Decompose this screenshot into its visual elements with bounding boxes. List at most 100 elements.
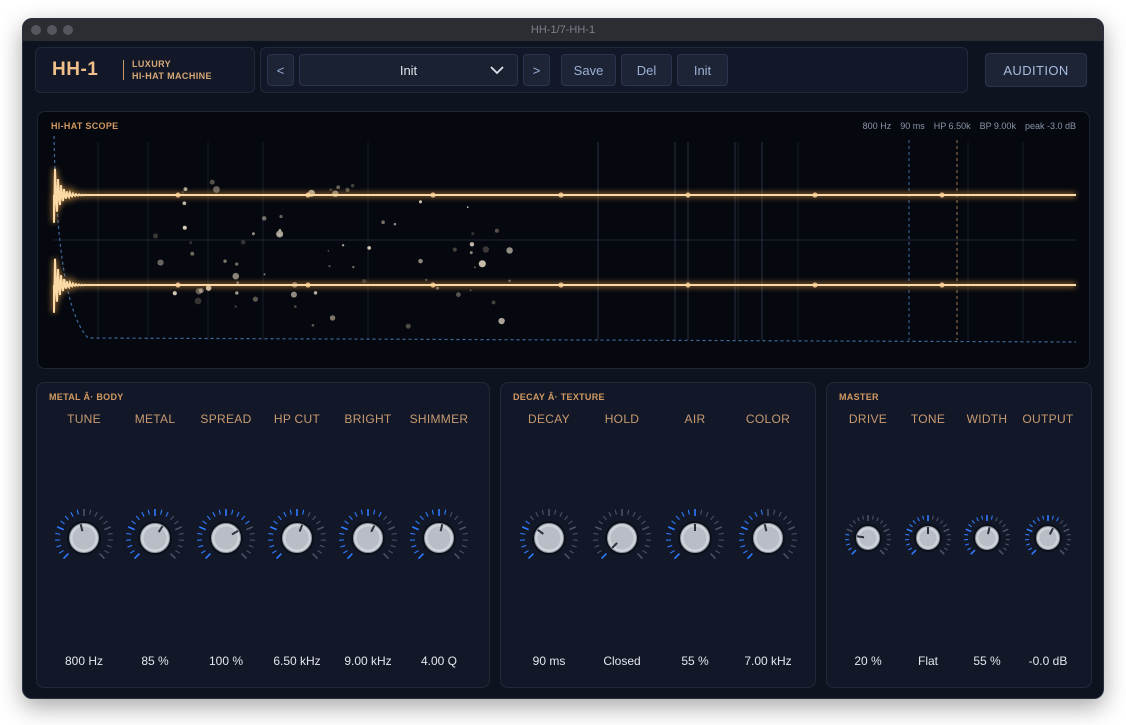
tune-knob[interactable] bbox=[49, 506, 119, 570]
prev-preset-button[interactable]: < bbox=[267, 54, 294, 86]
panel-master: MASTER DRIVE 20 % TONE Flat WIDTH 55 % O… bbox=[826, 382, 1092, 688]
save-button[interactable]: Save bbox=[561, 54, 616, 86]
knob-label: HP CUT bbox=[273, 412, 321, 426]
zoom-window-button[interactable] bbox=[63, 25, 73, 35]
knob-pointer bbox=[856, 535, 865, 539]
output-knob[interactable] bbox=[1013, 506, 1083, 570]
minimize-window-button[interactable] bbox=[47, 25, 57, 35]
knob-tick bbox=[714, 520, 719, 525]
knob-tick bbox=[283, 511, 287, 517]
knob-tick bbox=[89, 509, 92, 515]
knob-tick bbox=[444, 509, 447, 515]
audition-button[interactable]: AUDITION bbox=[985, 53, 1087, 87]
knob-tick bbox=[718, 532, 724, 535]
knob-tick bbox=[710, 515, 715, 521]
knob-cap bbox=[427, 526, 451, 550]
particle bbox=[456, 292, 461, 298]
particle bbox=[469, 289, 472, 292]
knob-tick bbox=[600, 552, 608, 560]
particle bbox=[345, 187, 350, 192]
knob-tick bbox=[906, 528, 913, 533]
next-preset-label: > bbox=[532, 62, 541, 78]
shimmer-knob[interactable] bbox=[404, 506, 474, 570]
decay-knob[interactable] bbox=[514, 506, 584, 570]
knob-cap bbox=[72, 526, 96, 550]
logo: HH-1 LUXURY HI-HAT MACHINE bbox=[35, 47, 255, 93]
window-title: HH-1/7-HH-1 bbox=[530, 24, 596, 36]
knob-tick bbox=[165, 511, 169, 517]
color-knob[interactable] bbox=[733, 506, 803, 570]
particle bbox=[328, 264, 331, 268]
preset-selector[interactable]: Init bbox=[299, 54, 518, 86]
knob-col-air: AIR 55 % bbox=[660, 383, 730, 689]
knob-tick bbox=[302, 509, 305, 515]
knob-tick bbox=[879, 520, 884, 524]
particle bbox=[190, 251, 195, 256]
knob-tick bbox=[905, 533, 910, 536]
next-preset-button[interactable]: > bbox=[523, 54, 550, 86]
knob-tick bbox=[637, 515, 642, 521]
metal-knob[interactable] bbox=[120, 506, 190, 570]
knob-tick bbox=[791, 532, 797, 535]
knob-tick bbox=[521, 544, 527, 548]
top-bar: HH-1 LUXURY HI-HAT MACHINE < Init > Save… bbox=[35, 47, 1090, 93]
particle bbox=[329, 315, 336, 321]
stat-bandpass: BP 9.00k bbox=[979, 121, 1016, 131]
width-knob[interactable] bbox=[952, 506, 1022, 570]
knob-tick bbox=[911, 549, 917, 555]
knob-tick bbox=[388, 526, 396, 531]
knob-tick bbox=[277, 515, 282, 521]
knob-tick bbox=[715, 550, 721, 554]
knob-col-tune: TUNE 800 Hz bbox=[49, 383, 119, 689]
hi-hat-scope: HI-HAT SCOPE 800 Hz 90 ms HP 6.50k BP 9.… bbox=[37, 111, 1090, 369]
air-knob[interactable] bbox=[660, 506, 730, 570]
knob-label: AIR bbox=[684, 412, 706, 426]
knob-tick bbox=[360, 509, 363, 515]
particle bbox=[294, 305, 297, 308]
knob-tick bbox=[312, 515, 317, 521]
knob-tick bbox=[845, 533, 850, 536]
preset-name: Init bbox=[399, 62, 418, 78]
delete-button[interactable]: Del bbox=[621, 54, 672, 86]
knob-tick bbox=[740, 544, 746, 548]
knob-tick bbox=[788, 550, 794, 554]
logo-line-2: HI-HAT MACHINE bbox=[132, 71, 212, 81]
bright-knob[interactable] bbox=[333, 506, 403, 570]
spread-knob[interactable] bbox=[191, 506, 261, 570]
knob-tick bbox=[614, 509, 617, 515]
close-window-button[interactable] bbox=[31, 25, 41, 35]
knob-tick bbox=[632, 511, 636, 517]
knob-tick bbox=[391, 532, 397, 535]
scope-display bbox=[51, 135, 1077, 343]
knob-tick bbox=[946, 533, 951, 536]
knob-tick bbox=[717, 544, 723, 548]
particle bbox=[172, 291, 177, 296]
knob-tick bbox=[943, 528, 950, 533]
knob-tick bbox=[1063, 528, 1070, 533]
knob-tick bbox=[249, 532, 255, 535]
knob-tick bbox=[311, 552, 319, 560]
knob-value: 55 % bbox=[681, 654, 709, 668]
init-button[interactable]: Init bbox=[677, 54, 728, 86]
particle bbox=[336, 185, 341, 190]
knob-tick bbox=[99, 515, 104, 521]
hp-cut-knob[interactable] bbox=[262, 506, 332, 570]
knob-tick bbox=[198, 526, 206, 531]
particle bbox=[313, 291, 318, 295]
knob-tick bbox=[967, 547, 972, 551]
hold-knob[interactable] bbox=[587, 506, 657, 570]
knob-tick bbox=[1025, 543, 1031, 546]
particle bbox=[251, 232, 255, 236]
knob-tick bbox=[231, 509, 234, 515]
knob-tick bbox=[413, 550, 419, 554]
particle bbox=[466, 206, 469, 208]
particle bbox=[223, 259, 227, 263]
knob-tick bbox=[218, 509, 221, 515]
knob-label: SHIMMER bbox=[409, 412, 469, 426]
logo-name: HH-1 bbox=[52, 59, 99, 80]
knob-tick bbox=[917, 517, 920, 522]
knob-tick bbox=[976, 517, 979, 522]
knob-tick bbox=[705, 511, 709, 517]
knob-tick bbox=[569, 550, 575, 554]
knob-tick bbox=[170, 515, 175, 521]
